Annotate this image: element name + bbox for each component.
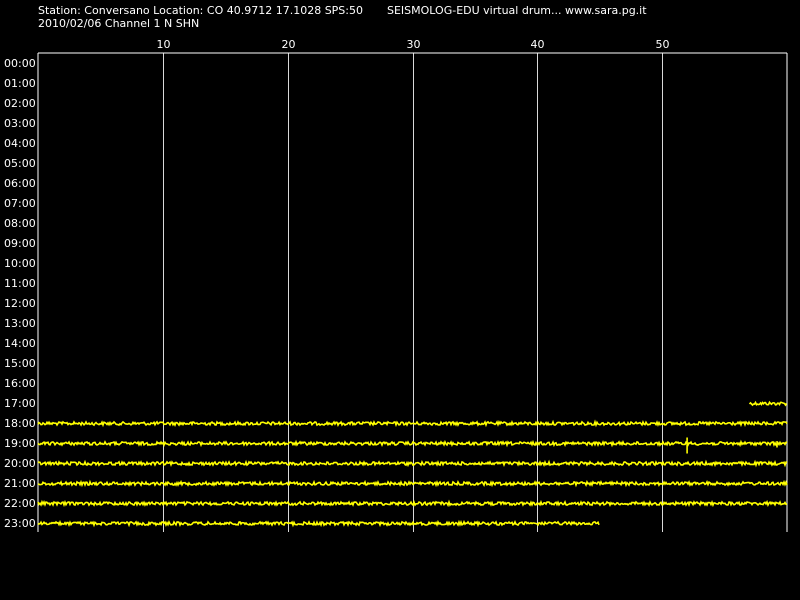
x-tick-label-40: 40 <box>531 38 545 51</box>
hour-label-2000: 20:00 <box>4 457 36 470</box>
hour-label-0400: 04:00 <box>4 137 36 150</box>
seismic-trace-2000 <box>37 459 788 468</box>
seismic-trace-1700 <box>748 400 788 407</box>
hour-label-1800: 18:00 <box>4 417 36 430</box>
x-tick-label-30: 30 <box>407 38 421 51</box>
hour-label-0100: 01:00 <box>4 77 36 90</box>
hour-label-1400: 14:00 <box>4 337 36 350</box>
drum-plot: 10 20 30 40 50 00:00 01:00 02:00 03:00 04:00 05:00… <box>4 38 788 532</box>
hour-label-0500: 05:00 <box>4 157 36 170</box>
hour-label-2300: 23:00 <box>4 517 36 530</box>
hour-label-1700: 17:00 <box>4 397 36 410</box>
seismic-trace-2100 <box>37 479 788 488</box>
hour-label-1500: 15:00 <box>4 357 36 370</box>
hour-label-1000: 10:00 <box>4 257 36 270</box>
hour-label-2200: 22:00 <box>4 497 36 510</box>
hour-label-0700: 07:00 <box>4 197 36 210</box>
seismic-trace-1900 <box>37 437 788 454</box>
seismic-trace-2300 <box>37 519 600 528</box>
hour-label-1900: 19:00 <box>4 437 36 450</box>
seismogram-screen: Station: Conversano Location: CO 40.9712… <box>0 0 800 600</box>
hour-label-0200: 02:00 <box>4 97 36 110</box>
hour-label-1200: 12:00 <box>4 297 36 310</box>
hour-label-0300: 03:00 <box>4 117 36 130</box>
hour-label-1600: 16:00 <box>4 377 36 390</box>
hour-label-0000: 00:00 <box>4 57 36 70</box>
seismic-trace-2200 <box>37 499 788 508</box>
hour-label-0600: 06:00 <box>4 177 36 190</box>
hour-label-2100: 21:00 <box>4 477 36 490</box>
x-tick-label-50: 50 <box>656 38 670 51</box>
hour-label-0800: 08:00 <box>4 217 36 230</box>
seismic-trace-1800 <box>37 419 788 428</box>
x-tick-label-20: 20 <box>282 38 296 51</box>
hour-label-1300: 13:00 <box>4 317 36 330</box>
hour-label-1100: 11:00 <box>4 277 36 290</box>
hour-label-0900: 09:00 <box>4 237 36 250</box>
x-tick-label-10: 10 <box>157 38 171 51</box>
